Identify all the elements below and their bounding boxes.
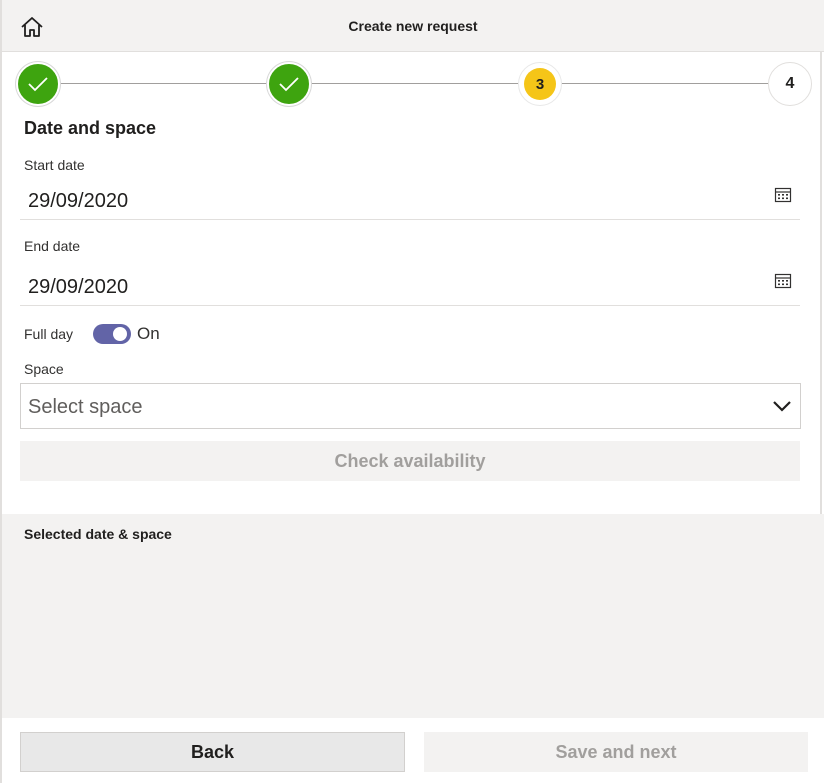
start-date-value: 29/09/2020 <box>28 190 129 212</box>
page-title: Create new request <box>348 18 478 34</box>
chevron-down-icon <box>773 401 791 412</box>
checkmark-icon <box>28 77 48 92</box>
header-bar: Create new request <box>2 0 824 52</box>
calendar-icon[interactable] <box>774 186 792 204</box>
end-date-value: 29/09/2020 <box>28 276 129 298</box>
full-day-label: Full day <box>24 326 74 342</box>
progress-stepper: 3 4 <box>2 60 824 108</box>
space-placeholder: Select space <box>28 396 143 418</box>
end-date-label: End date <box>24 238 81 254</box>
step-number: 3 <box>524 68 556 100</box>
step-1-complete <box>16 62 60 106</box>
step-connector <box>562 83 768 84</box>
full-day-row: Full day On <box>24 322 160 346</box>
checkmark-icon <box>279 77 299 92</box>
selected-panel-title: Selected date & space <box>24 526 172 542</box>
step-connector <box>311 83 518 84</box>
step-3-current: 3 <box>518 62 562 106</box>
section-title: Date and space <box>24 118 157 138</box>
save-and-next-button[interactable]: Save and next <box>424 732 808 772</box>
step-connector <box>60 83 267 84</box>
toggle-knob <box>113 327 128 341</box>
app-window: Create new request 3 4 Date and space St… <box>0 0 824 783</box>
selected-date-space-panel: Selected date & space <box>2 514 824 718</box>
footer-bar: Back Save and next <box>2 718 824 783</box>
space-dropdown[interactable]: Select space <box>20 383 801 429</box>
check-availability-button[interactable]: Check availability <box>20 441 800 481</box>
step-number: 4 <box>785 75 795 92</box>
step-4-upcoming: 4 <box>768 62 812 106</box>
start-date-field[interactable]: 29/09/2020 <box>20 178 800 220</box>
full-day-toggle[interactable] <box>93 324 132 344</box>
back-button[interactable]: Back <box>20 732 405 772</box>
end-date-field[interactable]: 29/09/2020 <box>20 264 800 306</box>
full-day-state: On <box>137 324 160 343</box>
space-label: Space <box>24 361 64 377</box>
start-date-label: Start date <box>24 157 85 173</box>
step-2-complete <box>267 62 311 106</box>
calendar-icon[interactable] <box>774 272 792 290</box>
